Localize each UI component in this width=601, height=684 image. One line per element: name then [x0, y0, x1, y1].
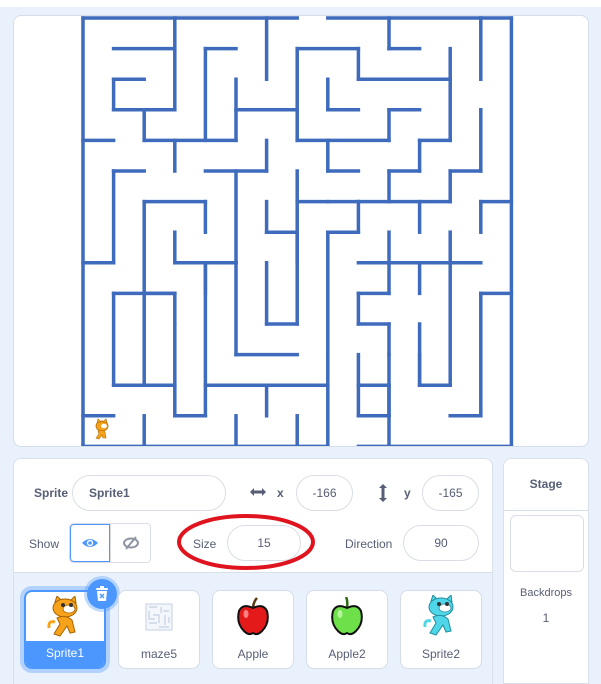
sprite-list: Sprite1 maze5 Apple Apple2 Sprite2: [13, 572, 493, 684]
sprite-info-panel: Sprite Sprite1 x -166 y -165 Show Size 1…: [13, 458, 493, 584]
eye-slash-icon: [122, 536, 139, 550]
sprite-tile-sprite2[interactable]: Sprite2: [400, 590, 482, 669]
red-apple-icon: [237, 597, 269, 636]
sprite-tile-label: maze5: [140, 647, 178, 661]
sprite-tile-label: Apple: [237, 647, 269, 661]
backdrops-label: Backdrops: [520, 587, 572, 599]
orange-cat-icon: [47, 596, 78, 637]
eye-icon: [82, 539, 98, 547]
maze-thumbnail-icon: [145, 603, 173, 631]
sprite-label: Sprite: [34, 486, 69, 500]
stage-canvas[interactable]: [13, 15, 589, 447]
top-strip: [0, 0, 601, 7]
x-label: x: [277, 486, 284, 500]
stage-title: Stage: [504, 459, 588, 511]
sprite-tile-label: Apple2: [328, 647, 366, 661]
stage-selector-panel[interactable]: Stage Backdrops 1: [503, 458, 589, 684]
green-apple-icon: [331, 597, 363, 636]
sprite-name-input[interactable]: Sprite1: [72, 475, 226, 511]
trash-icon: [96, 586, 108, 601]
backdrops-count: 1: [542, 611, 550, 625]
maze-backdrop: [81, 16, 514, 446]
show-label: Show: [29, 537, 60, 551]
sprite-tile-maze5[interactable]: maze5: [118, 590, 200, 669]
sprite-tile-apple2[interactable]: Apple2: [306, 590, 388, 669]
size-input[interactable]: 15: [227, 525, 301, 561]
sprite1-on-stage[interactable]: [92, 418, 112, 442]
y-input[interactable]: -165: [422, 475, 479, 511]
sprite-tile-apple[interactable]: Apple: [212, 590, 294, 669]
sprite-tile-label: Sprite1: [26, 641, 104, 667]
direction-label: Direction: [345, 537, 393, 551]
direction-input[interactable]: 90: [403, 525, 479, 561]
x-arrows-icon: [248, 485, 268, 499]
delete-sprite-button[interactable]: [87, 579, 117, 609]
show-hidden-button[interactable]: [110, 524, 150, 562]
y-arrows-icon: [377, 483, 389, 503]
x-input[interactable]: -166: [296, 475, 353, 511]
stage-thumbnail[interactable]: [510, 515, 584, 572]
y-label: y: [404, 486, 411, 500]
show-toggle-group: [69, 523, 151, 563]
sprite-tile-label: Sprite2: [421, 647, 461, 661]
size-label: Size: [193, 537, 217, 551]
show-visible-button[interactable]: [70, 524, 111, 562]
blue-cat-icon: [423, 595, 454, 636]
